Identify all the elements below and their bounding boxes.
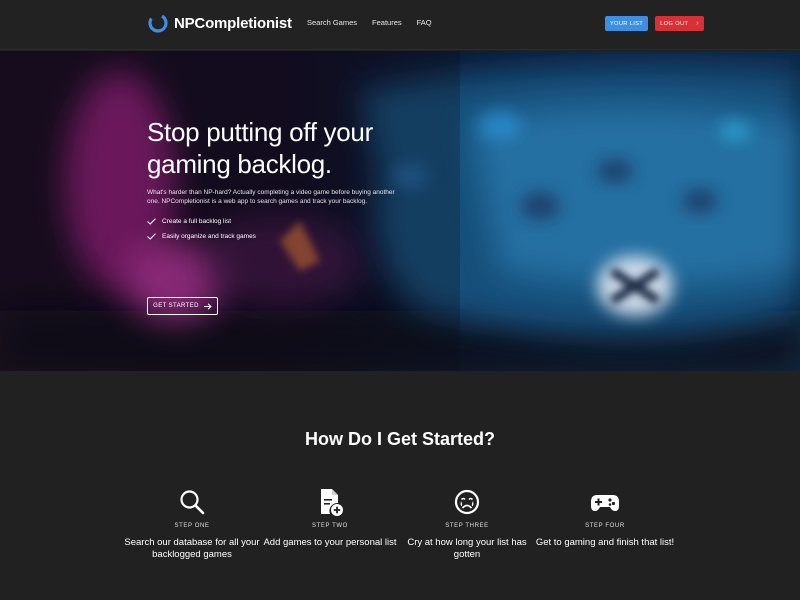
your-list-button[interactable]: YOUR LIST: [605, 16, 648, 31]
step-label: STEP THREE: [445, 523, 489, 529]
steps-title: How Do I Get Started?: [304, 429, 495, 449]
nav-features[interactable]: Features: [372, 18, 402, 27]
step-label: STEP TWO: [312, 523, 348, 529]
feature-item: Easily organize and track games: [147, 233, 427, 240]
log-out-label: LOG OUT: [660, 20, 689, 27]
brand[interactable]: NPCompletionist: [147, 12, 292, 34]
step-card: STEP TWO Add games to your personal list: [260, 487, 400, 549]
step-card: STEP THREE Cry at how long your list has…: [397, 487, 537, 560]
site-header: NPCompletionist Search Games Features FA…: [0, 0, 800, 50]
chevron-right-icon: ›: [696, 20, 699, 27]
nav-search-games[interactable]: Search Games: [307, 18, 357, 27]
step-text: Search our database for all your backlog…: [124, 537, 260, 560]
hero-description: What's harder than NP-hard? Actually com…: [147, 189, 395, 205]
nav-faq[interactable]: FAQ: [417, 18, 432, 27]
step-card: STEP FOUR Get to gaming and finish that …: [535, 487, 675, 549]
feature-text: Easily organize and track games: [162, 233, 256, 240]
step-text: Get to gaming and finish that list!: [535, 537, 675, 548]
hero-title-line2: gaming backlog.: [147, 149, 332, 179]
get-started-label: GET STARTED: [153, 303, 199, 309]
hero-title: Stop putting off your gaming backlog.: [147, 116, 427, 180]
add-document-icon: [321, 489, 343, 516]
crying-face-icon: [454, 489, 480, 515]
step-text: Cry at how long your list has gotten: [407, 537, 527, 560]
get-started-button[interactable]: GET STARTED: [147, 297, 218, 315]
log-out-button[interactable]: LOG OUT ›: [655, 16, 704, 31]
step-label: STEP ONE: [174, 523, 210, 529]
arrow-right-icon: [203, 302, 212, 310]
gamepad-icon: [591, 495, 619, 511]
feature-item: Create a full backlog list: [147, 218, 427, 225]
your-list-label: YOUR LIST: [609, 20, 644, 27]
step-card: STEP ONE Search our database for all you…: [122, 487, 262, 560]
feature-text: Create a full backlog list: [162, 218, 232, 225]
main-nav: Search Games Features FAQ: [307, 18, 447, 27]
search-icon: [180, 490, 205, 515]
step-label: STEP FOUR: [585, 523, 625, 529]
hero-section: Stop putting off your gaming backlog. Wh…: [0, 51, 800, 371]
hero-content: Stop putting off your gaming backlog. Wh…: [147, 116, 427, 315]
logo-icon: [148, 13, 168, 33]
hero-title-line1: Stop putting off your: [147, 117, 373, 147]
check-icon: [147, 233, 156, 240]
check-icon: [147, 218, 156, 225]
brand-name: NPCompletionist: [174, 14, 292, 32]
step-text: Add games to your personal list: [263, 537, 397, 548]
